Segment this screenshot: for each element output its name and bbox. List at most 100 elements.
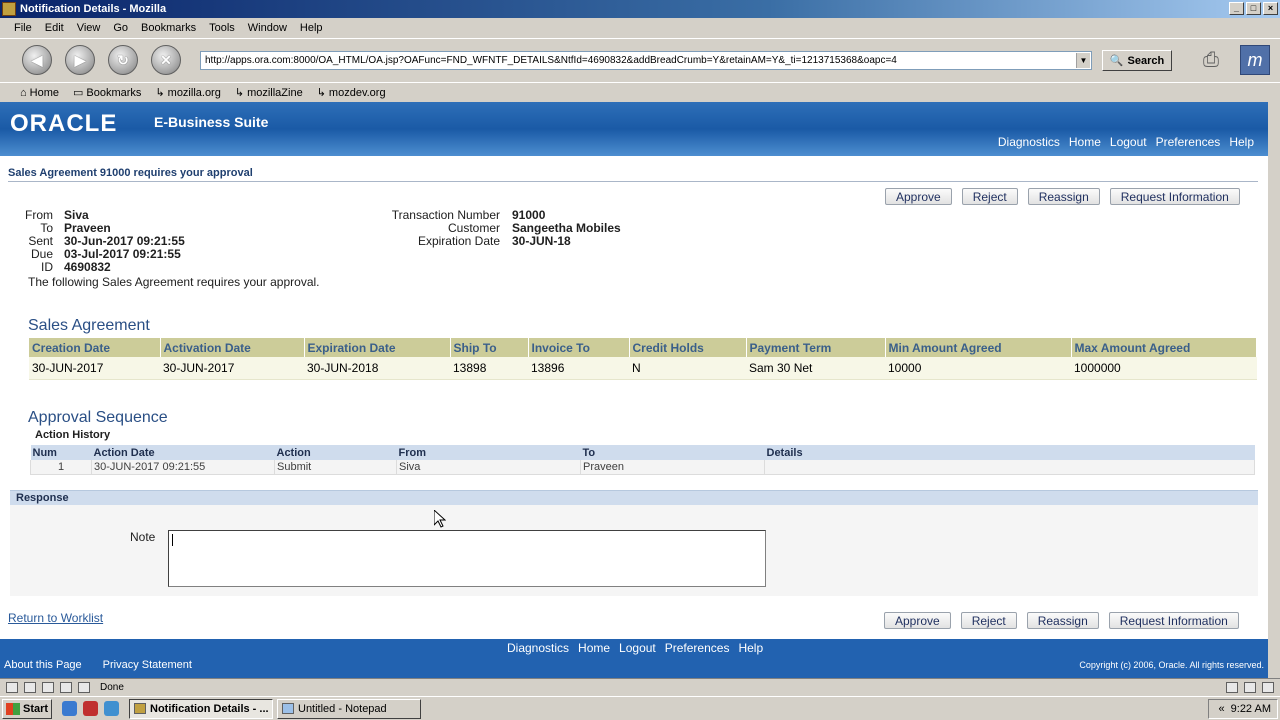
address-bar[interactable]: http://apps.ora.com:8000/OA_HTML/OA.jsp?… bbox=[200, 51, 1092, 70]
bookmark-bookmarks[interactable]: ▭ Bookmarks bbox=[73, 86, 141, 100]
stop-icon[interactable]: ✕ bbox=[151, 45, 181, 75]
table-cell: 30-JUN-2018 bbox=[304, 357, 450, 380]
column-header[interactable]: Creation Date bbox=[29, 338, 161, 357]
approval-message: The following Sales Agreement requires y… bbox=[28, 275, 320, 289]
global-link-preferences[interactable]: Preferences bbox=[1156, 135, 1221, 149]
reject-button[interactable]: Reject bbox=[961, 188, 1018, 205]
app-icon[interactable] bbox=[83, 701, 98, 716]
page-footer: Diagnostics Home Logout Preferences Help… bbox=[0, 639, 1268, 678]
reload-icon[interactable]: ↻ bbox=[108, 45, 138, 75]
close-button[interactable]: × bbox=[1263, 2, 1278, 15]
navigator-icon[interactable] bbox=[6, 682, 18, 693]
system-tray: « 9:22 AM bbox=[1208, 699, 1278, 719]
column-header: Action bbox=[274, 445, 397, 460]
page-title: Sales Agreement 91000 requires your appr… bbox=[8, 167, 253, 179]
print-icon[interactable]: ⎙ bbox=[1194, 45, 1228, 75]
global-link-help[interactable]: Help bbox=[1229, 135, 1254, 149]
minimize-button[interactable]: _ bbox=[1229, 2, 1244, 15]
menu-view[interactable]: View bbox=[77, 22, 101, 34]
column-header[interactable]: Payment Term bbox=[746, 338, 886, 357]
return-to-worklist-link[interactable]: Return to Worklist bbox=[8, 611, 103, 625]
bookmark-mozilla-org[interactable]: ↳ mozilla.org bbox=[155, 86, 220, 100]
approve-button[interactable]: Approve bbox=[884, 612, 951, 629]
column-header[interactable]: Activation Date bbox=[160, 338, 305, 357]
notepad-icon bbox=[282, 703, 294, 714]
column-header[interactable]: Max Amount Agreed bbox=[1071, 338, 1257, 357]
table-cell bbox=[764, 460, 1255, 475]
footer-link-help[interactable]: Help bbox=[738, 641, 763, 655]
column-header[interactable]: Ship To bbox=[450, 338, 529, 357]
addressbook-icon[interactable] bbox=[78, 682, 90, 693]
footer-link-logout[interactable]: Logout bbox=[619, 641, 656, 655]
bookmark-mozdev-org-label: mozdev.org bbox=[328, 86, 386, 99]
transaction-number-value: 91000 bbox=[512, 208, 546, 222]
global-links: Diagnostics Home Logout Preferences Help bbox=[998, 135, 1254, 149]
note-textarea[interactable] bbox=[168, 530, 766, 587]
composer-icon[interactable] bbox=[60, 682, 72, 693]
start-button[interactable]: Start bbox=[2, 698, 52, 719]
table-row: 30-JUN-2017 30-JUN-2017 30-JUN-2018 1389… bbox=[29, 357, 1257, 380]
global-link-diagnostics[interactable]: Diagnostics bbox=[998, 135, 1060, 149]
vertical-scrollbar[interactable] bbox=[1268, 102, 1280, 678]
reject-button[interactable]: Reject bbox=[960, 612, 1017, 629]
bookmark-home[interactable]: ⌂ Home bbox=[20, 87, 59, 99]
request-information-button[interactable]: Request Information bbox=[1109, 188, 1240, 205]
bookmark-mozillazine[interactable]: ↳ mozillaZine bbox=[235, 86, 303, 100]
task-mozilla[interactable]: Notification Details - ... bbox=[129, 698, 273, 719]
table-cell: 30-JUN-2017 bbox=[160, 357, 304, 380]
request-information-button[interactable]: Request Information bbox=[1108, 612, 1239, 629]
reassign-button[interactable]: Reassign bbox=[1027, 188, 1100, 205]
link-icon: ↳ bbox=[155, 87, 165, 99]
online-status-icon[interactable] bbox=[1226, 682, 1238, 693]
chevron-down-icon[interactable]: ▼ bbox=[1076, 53, 1090, 68]
privacy-statement-link[interactable]: Privacy Statement bbox=[103, 659, 192, 671]
column-header[interactable]: Credit Holds bbox=[629, 338, 747, 357]
column-header[interactable]: Invoice To bbox=[528, 338, 630, 357]
mozilla-throbber-icon[interactable]: m bbox=[1240, 45, 1270, 75]
menu-window[interactable]: Window bbox=[248, 22, 287, 34]
approve-button[interactable]: Approve bbox=[885, 188, 952, 205]
reassign-button[interactable]: Reassign bbox=[1026, 612, 1099, 629]
mail-icon[interactable] bbox=[24, 682, 36, 693]
task-notepad[interactable]: Untitled - Notepad bbox=[277, 698, 421, 719]
bookmark-mozdev-org[interactable]: ↳ mozdev.org bbox=[317, 86, 386, 100]
oracle-logo: ORACLE bbox=[10, 110, 118, 137]
global-link-home[interactable]: Home bbox=[1069, 135, 1101, 149]
about-this-page-link[interactable]: About this Page bbox=[4, 659, 82, 671]
menu-go[interactable]: Go bbox=[113, 22, 128, 34]
maximize-button[interactable]: □ bbox=[1246, 2, 1261, 15]
quick-launch bbox=[62, 701, 119, 716]
text-caret bbox=[172, 534, 173, 546]
navigation-toolbar: ◀ ▶ ↻ ✕ http://apps.ora.com:8000/OA_HTML… bbox=[0, 38, 1280, 82]
footer-link-home[interactable]: Home bbox=[578, 641, 610, 655]
column-header: Action Date bbox=[91, 445, 275, 460]
column-header[interactable]: Expiration Date bbox=[304, 338, 451, 357]
footer-link-diagnostics[interactable]: Diagnostics bbox=[507, 641, 569, 655]
sent-label: Sent bbox=[28, 234, 53, 248]
browser-icon[interactable] bbox=[104, 701, 119, 716]
id-label: ID bbox=[41, 260, 53, 274]
table-header-row: Num Action Date Action From To Details bbox=[30, 445, 1255, 460]
security-icon bbox=[1244, 682, 1256, 693]
from-label: From bbox=[25, 208, 53, 222]
forward-icon[interactable]: ▶ bbox=[65, 45, 95, 75]
menu-help[interactable]: Help bbox=[300, 22, 323, 34]
menu-file[interactable]: File bbox=[14, 22, 32, 34]
bottom-button-bar: Approve Reject Reassign Request Informat… bbox=[884, 612, 1239, 629]
customer-value: Sangeetha Mobiles bbox=[512, 221, 621, 235]
menu-edit[interactable]: Edit bbox=[45, 22, 64, 34]
global-link-logout[interactable]: Logout bbox=[1110, 135, 1147, 149]
mouse-cursor-icon bbox=[434, 510, 446, 528]
tray-expand-icon[interactable]: « bbox=[1219, 703, 1225, 715]
ie-icon[interactable] bbox=[62, 701, 77, 716]
chat-icon[interactable] bbox=[42, 682, 54, 693]
back-icon[interactable]: ◀ bbox=[22, 45, 52, 75]
search-button[interactable]: 🔍 Search bbox=[1102, 50, 1172, 71]
action-history-title: Action History bbox=[35, 429, 111, 441]
menu-bookmarks[interactable]: Bookmarks bbox=[141, 22, 196, 34]
footer-link-preferences[interactable]: Preferences bbox=[665, 641, 730, 655]
menu-tools[interactable]: Tools bbox=[209, 22, 235, 34]
window-titlebar: Notification Details - Mozilla _ □ × bbox=[0, 0, 1280, 18]
column-header[interactable]: Min Amount Agreed bbox=[885, 338, 1072, 357]
table-header-row: Creation Date Activation Date Expiration… bbox=[29, 338, 1257, 357]
